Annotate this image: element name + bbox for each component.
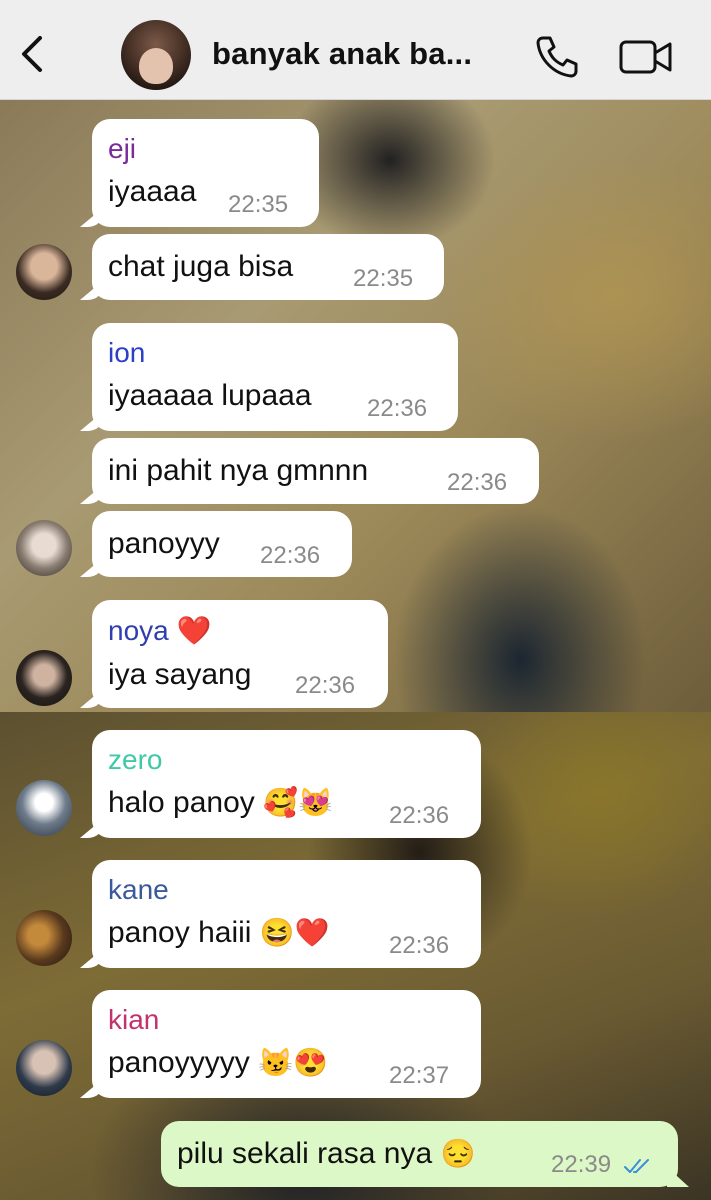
message-bubble[interactable]: chat juga bisa 22:35	[92, 234, 444, 300]
message-time: 22:36	[447, 469, 508, 496]
back-button[interactable]	[14, 34, 50, 74]
chevron-left-icon	[22, 36, 42, 72]
message-text-body: panoy haiii	[108, 916, 252, 949]
message-bubble[interactable]: noya ❤️ iya sayang 22:36	[92, 600, 388, 708]
message-bubble[interactable]: eji iyaaaa 22:35	[92, 119, 319, 227]
message-time: 22:35	[228, 191, 289, 218]
message-time: 22:36	[260, 542, 321, 569]
message-text: panoyyy	[108, 527, 220, 560]
message-time: 22:35	[353, 265, 414, 292]
message-time: 22:39	[551, 1151, 654, 1179]
message-bubble[interactable]: ion iyaaaaa lupaaa 22:36	[92, 323, 458, 431]
sender-name[interactable]: eji	[108, 133, 136, 165]
sender-avatar[interactable]	[16, 780, 72, 836]
sender-avatar[interactable]	[16, 244, 72, 300]
sender-name[interactable]: noya ❤️	[108, 614, 211, 647]
message-time: 22:36	[367, 395, 428, 422]
sender-name-text: noya	[108, 615, 169, 646]
sender-avatar[interactable]	[16, 1040, 72, 1096]
sender-avatar[interactable]	[16, 910, 72, 966]
group-avatar[interactable]	[121, 20, 191, 90]
sender-avatar[interactable]	[16, 520, 72, 576]
message-text: halo panoy 🥰😻	[108, 786, 333, 820]
message-emoji: 😆❤️	[259, 917, 330, 948]
message-bubble[interactable]: ini pahit nya gmnnn 22:36	[92, 438, 539, 504]
message-emoji: 😔	[440, 1138, 476, 1169]
message-bubble[interactable]: kane panoy haiii 😆❤️ 22:36	[92, 860, 481, 968]
voice-call-button[interactable]	[534, 34, 580, 78]
message-text-body: panoyyyyy	[108, 1046, 250, 1079]
message-text: ini pahit nya gmnnn	[108, 454, 369, 487]
phone-icon	[536, 36, 578, 78]
message-text: iyaaaa	[108, 175, 197, 208]
sender-name[interactable]: ion	[108, 337, 145, 369]
message-bubble[interactable]: kian panoyyyyy 😼😍 22:37	[92, 990, 481, 1098]
heart-emoji: ❤️	[176, 615, 212, 646]
message-text: panoy haiii 😆❤️	[108, 916, 330, 950]
sender-name[interactable]: zero	[108, 744, 162, 776]
sender-name[interactable]: kane	[108, 874, 169, 906]
double-check-icon	[623, 1158, 649, 1173]
message-time: 22:37	[389, 1062, 450, 1089]
message-text-body: pilu sekali rasa nya	[177, 1137, 433, 1170]
outgoing-message-bubble[interactable]: pilu sekali rasa nya 😔 22:39	[161, 1121, 678, 1187]
message-emoji: 🥰😻	[263, 787, 333, 818]
chat-title[interactable]: banyak anak ba...	[212, 36, 472, 72]
message-text-body: halo panoy	[108, 786, 255, 819]
message-text: iya sayang	[108, 658, 252, 691]
message-time-text: 22:39	[551, 1151, 612, 1178]
message-emoji: 😼😍	[258, 1047, 328, 1078]
video-call-button[interactable]	[619, 38, 673, 76]
message-text: chat juga bisa	[108, 250, 294, 283]
message-time: 22:36	[295, 672, 356, 699]
message-text: pilu sekali rasa nya 😔	[177, 1137, 475, 1171]
message-time: 22:36	[389, 802, 450, 829]
chat-header: banyak anak ba...	[0, 0, 711, 100]
message-text: iyaaaaa lupaaa	[108, 379, 312, 412]
message-text: panoyyyyy 😼😍	[108, 1046, 328, 1080]
message-bubble[interactable]: zero halo panoy 🥰😻 22:36	[92, 730, 481, 838]
video-camera-icon	[619, 40, 672, 74]
sender-avatar[interactable]	[16, 650, 72, 706]
sender-name[interactable]: kian	[108, 1004, 159, 1036]
message-time: 22:36	[389, 932, 450, 959]
message-bubble[interactable]: panoyyy 22:36	[92, 511, 352, 577]
